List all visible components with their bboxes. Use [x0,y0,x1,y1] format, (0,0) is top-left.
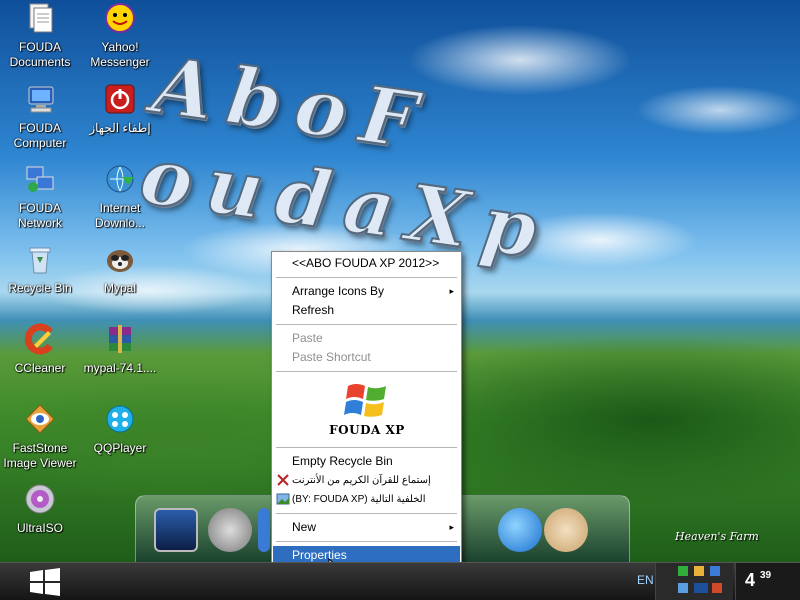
windows-flag-logo-icon [344,384,386,417]
menu-item-arrange-icons-by[interactable]: Arrange Icons By ▸ [273,282,460,301]
tray-speaker-icon[interactable] [694,566,704,576]
network-icon [24,163,56,195]
menu-item-empty-recycle-bin[interactable]: Empty Recycle Bin [273,452,460,471]
tray-shield-icon[interactable] [678,566,688,576]
desktop-icon-recycle-bin[interactable]: Recycle Bin [0,243,80,296]
fouda-xp-logo: FOUDA XP [322,380,412,440]
menu-item-refresh[interactable]: Refresh [273,301,460,320]
winrar-archive-icon [104,323,136,355]
ccleaner-icon [24,323,56,355]
wallpaper-caption: Heaven's Farm [675,530,759,543]
clock-minutes: 39 [760,570,772,581]
system-tray [655,563,733,600]
yahoo-messenger-icon [104,2,136,34]
paint-palette-icon[interactable] [544,508,588,552]
menu-item-next-wallpaper[interactable]: (BY: FOUDA XP) الخلفية التالية [273,490,460,509]
taskbar: EN 4 39 [0,562,800,600]
desktop-icon-ccleaner[interactable]: CCleaner [0,323,80,376]
settings-gear-icon[interactable] [208,508,252,552]
tray-network-icon[interactable] [710,566,720,576]
computer-icon [24,83,56,115]
menu-item-header[interactable]: <<ABO FOUDA XP 2012>> [273,254,460,273]
desktop-icon-documents[interactable]: FOUDA Documents [0,2,80,70]
desktop-context-menu: <<ABO FOUDA XP 2012>> Arrange Icons By ▸… [271,251,462,567]
qqplayer-icon [104,403,136,435]
menu-item-paste[interactable]: Paste [273,329,460,348]
menu-item-paste-shortcut[interactable]: Paste Shortcut [273,348,460,367]
menu-separator [276,324,457,325]
internet-download-manager-icon [104,163,136,195]
submenu-arrow-icon: ▸ [449,286,454,296]
partial-dock-icon[interactable] [258,508,270,552]
menu-item-quran[interactable]: إستماع للقرآن الكريم من الأنترنت [273,471,460,490]
tray-keyboard-icon[interactable] [694,583,708,593]
desktop-icon-qqplayer[interactable]: QQPlayer [80,403,160,456]
desktop-icon-ultraiso[interactable]: UltraISO [0,483,80,536]
documents-icon [24,2,56,34]
language-indicator[interactable]: EN [637,573,654,587]
desktop-icon-shutdown[interactable]: إطفاء الجهاز [80,83,160,136]
faststone-icon [24,403,56,435]
clock-hour: 4 [745,570,756,590]
ultraiso-icon [24,483,56,515]
quran-radio-icon [276,473,290,487]
recycle-bin-icon [24,243,56,275]
wallpaper-logo-text: AboF oudaXp [134,39,558,279]
menu-separator [276,277,457,278]
clock[interactable]: 4 39 [735,563,800,600]
desktop-icon-mypal-archive[interactable]: mypal-74.1.... [80,323,160,376]
monitor-icon[interactable] [154,508,198,552]
menu-separator [276,447,457,448]
desktop-icon-faststone[interactable]: FastStone Image Viewer [0,403,80,471]
internet-explorer-icon[interactable] [498,508,542,552]
wallpaper-icon [276,492,290,506]
desktop-icon-mypal[interactable]: Mypal [80,243,160,296]
tray-app-icon[interactable] [678,583,688,593]
mypal-icon [104,243,136,275]
desktop-icon-internet-download-manager[interactable]: Internet Downlo... [80,163,160,231]
menu-separator [276,371,457,372]
desktop-icon-computer[interactable]: FOUDA Computer [0,83,80,151]
menu-separator [276,513,457,514]
menu-item-new[interactable]: New ▸ [273,518,460,537]
desktop[interactable]: AboF oudaXp FOUDA Documents FOUDA Comput… [0,0,800,578]
desktop-icon-network[interactable]: FOUDA Network [0,163,80,231]
start-button[interactable] [0,563,88,600]
windows-logo-icon [30,568,60,596]
desktop-icon-yahoo-messenger[interactable]: Yahoo! Messenger [80,2,160,70]
menu-separator [276,541,457,542]
power-icon [104,83,136,115]
tray-tool-icon[interactable] [712,583,722,593]
submenu-arrow-icon: ▸ [449,522,454,532]
